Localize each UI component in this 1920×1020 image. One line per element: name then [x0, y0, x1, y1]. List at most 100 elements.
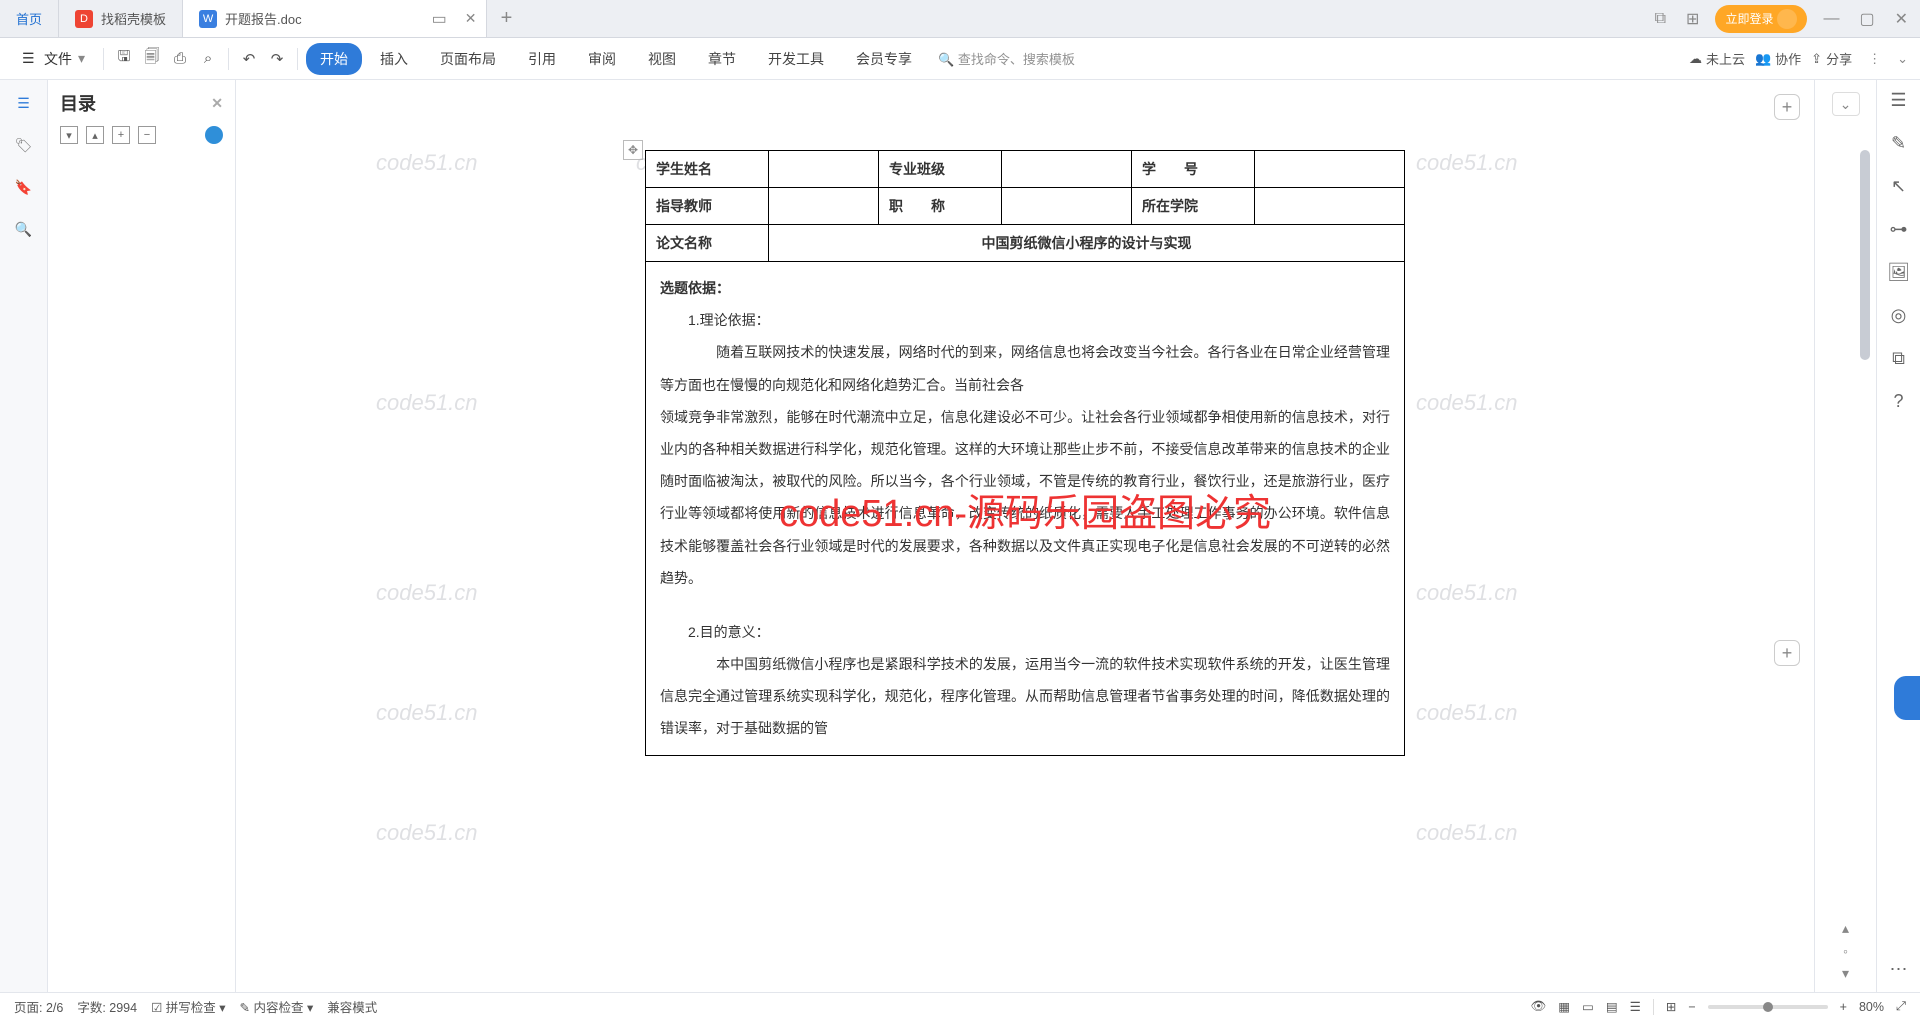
ribbon-tab-sections[interactable]: 章节	[694, 43, 750, 75]
move-handle-icon[interactable]: ✥	[623, 140, 643, 160]
add-top-button[interactable]: +	[1774, 94, 1800, 120]
section-2-heading: 2.目的意义：	[660, 616, 1390, 648]
ribbon-tab-member[interactable]: 会员专享	[842, 43, 926, 75]
outline-icon[interactable]: ☰	[13, 92, 35, 114]
right-toolbar: ☰ ✎ ↖ ⊶ 🖼 ◎ ⧉ ? ⋯	[1876, 80, 1920, 992]
more-dots-icon[interactable]: ⋯	[1890, 959, 1908, 980]
zoom-in-icon[interactable]: +	[1840, 1000, 1847, 1014]
menu-lines-icon[interactable]: ☰	[1890, 90, 1906, 111]
ribbon-tab-view[interactable]: 视图	[634, 43, 690, 75]
cell-college: 所在学院	[1132, 188, 1255, 225]
undo-icon[interactable]: ↶	[237, 47, 261, 71]
device-icon[interactable]: ⧉	[1892, 348, 1905, 369]
image-icon[interactable]: 🖼	[1887, 262, 1910, 283]
tab-templates[interactable]: D 找稻壳模板	[59, 0, 183, 37]
outline-close-icon[interactable]: ✕	[211, 95, 223, 112]
remove-icon[interactable]: −	[138, 126, 156, 144]
ribbon-tab-review[interactable]: 审阅	[574, 43, 630, 75]
add-side-button[interactable]: +	[1774, 640, 1800, 666]
outline-title: 目录	[60, 90, 96, 116]
scrollbar-thumb[interactable]	[1860, 150, 1870, 360]
zoom-value[interactable]: 80%	[1859, 1000, 1884, 1014]
outline-controls: ▾ ▴ + −	[60, 126, 223, 144]
share-button[interactable]: ⇪ 分享	[1811, 49, 1852, 68]
scroll-up-icon[interactable]: ▴	[1842, 920, 1849, 937]
tabs-bar: 首页 D 找稻壳模板 W 开题报告.doc ▭ ✕ + ⧉ ⊞ 立即登录 — ▢…	[0, 0, 1920, 38]
zoom-out-icon[interactable]: −	[1688, 1000, 1695, 1014]
cell-thesis-label: 论文名称	[646, 225, 769, 262]
bookmark-icon[interactable]: 🔖	[13, 176, 35, 198]
content-check[interactable]: ✎ 内容检查 ▾	[240, 997, 314, 1016]
close-icon[interactable]: ✕	[1891, 9, 1912, 29]
paper-body: 选题依据： 1.理论依据： 随着互联网技术的快速发展，网络时代的到来，网络信息也…	[645, 262, 1405, 756]
status-bar: 页面: 2/6 字数: 2994 ☑ 拼写检查 ▾ ✎ 内容检查 ▾ 兼容模式 …	[0, 992, 1920, 1020]
cell-advisor: 指导教师	[646, 188, 769, 225]
ribbon-search[interactable]: 🔍 查找命令、搜索模板	[930, 45, 1083, 72]
tab-home[interactable]: 首页	[0, 0, 59, 37]
layout-icon[interactable]: ⧉	[1651, 10, 1670, 28]
login-label: 立即登录	[1725, 10, 1773, 27]
view-outline-icon[interactable]: ☰	[1630, 999, 1641, 1014]
tab-document[interactable]: W 开题报告.doc ▭ ✕	[183, 0, 487, 37]
ribbon-tab-references[interactable]: 引用	[514, 43, 570, 75]
collapse-ribbon-icon[interactable]: ⌄	[1897, 51, 1908, 67]
ai-icon[interactable]	[205, 126, 223, 144]
maximize-icon[interactable]: ▢	[1855, 9, 1878, 29]
save-icon[interactable]: 🖫	[112, 47, 136, 71]
search-icon[interactable]: 🔍	[13, 218, 35, 240]
basis-heading: 选题依据：	[660, 272, 1390, 304]
tab-label: 开题报告.doc	[225, 9, 302, 28]
fullscreen-icon[interactable]: ⤢	[1896, 999, 1906, 1014]
tab-close-icon[interactable]: ✕	[465, 10, 477, 27]
ribbon-tab-developer[interactable]: 开发工具	[754, 43, 838, 75]
view-web-icon[interactable]: ▤	[1606, 999, 1618, 1014]
label-icon[interactable]: 🏷	[13, 134, 35, 156]
apps-icon[interactable]: ⊞	[1682, 9, 1703, 29]
add-icon[interactable]: +	[112, 126, 130, 144]
compat-mode[interactable]: 兼容模式	[327, 997, 377, 1016]
preview-icon[interactable]: ⌕	[196, 47, 220, 71]
tab-label: 找稻壳模板	[101, 9, 166, 28]
fit-width-icon[interactable]: ⊞	[1666, 999, 1676, 1014]
pointer-icon[interactable]: ↖	[1891, 176, 1906, 197]
cell-student-name: 学生姓名	[646, 151, 769, 188]
login-button[interactable]: 立即登录	[1715, 5, 1807, 33]
chevron-down-icon[interactable]: ⌄	[1832, 92, 1860, 116]
cell-title-rank: 职 称	[879, 188, 1002, 225]
minimize-icon[interactable]: —	[1819, 10, 1843, 28]
view-eye-icon[interactable]: 👁	[1530, 999, 1546, 1014]
help-icon[interactable]: ?	[1893, 391, 1903, 412]
pen-icon[interactable]: ✎	[1891, 133, 1906, 154]
word-count[interactable]: 字数: 2994	[77, 997, 137, 1016]
ribbon-tab-insert[interactable]: 插入	[366, 43, 422, 75]
avatar-icon	[1777, 9, 1797, 29]
ribbon-tab-start[interactable]: 开始	[306, 43, 362, 75]
ribbon-tab-layout[interactable]: 页面布局	[426, 43, 510, 75]
file-label: 文件	[44, 49, 72, 69]
zoom-slider[interactable]	[1708, 1005, 1828, 1009]
side-drawer-tab[interactable]	[1894, 676, 1920, 720]
more-icon[interactable]: ⋮	[1862, 51, 1887, 67]
view-read-icon[interactable]: ▦	[1558, 999, 1570, 1014]
tab-window-icon[interactable]: ▭	[428, 9, 451, 29]
settings-icon[interactable]: ⊶	[1890, 219, 1908, 240]
redo-icon[interactable]: ↷	[265, 47, 289, 71]
cloud-status[interactable]: ☁ 未上云	[1689, 49, 1745, 68]
file-menu[interactable]: ☰ 文件 ▾	[12, 45, 95, 73]
scroll-down-icon[interactable]: ▾	[1842, 965, 1849, 982]
expand-all-icon[interactable]: ▴	[86, 126, 104, 144]
cell-class: 专业班级	[879, 151, 1002, 188]
print-icon[interactable]: ⎙	[168, 47, 192, 71]
view-page-icon[interactable]: ▭	[1582, 999, 1594, 1014]
collapse-all-icon[interactable]: ▾	[60, 126, 78, 144]
collab-button[interactable]: 👥 协作	[1755, 49, 1801, 68]
ribbon: ☰ 文件 ▾ 🖫 🗐 ⎙ ⌕ ↶ ↷ 开始 插入 页面布局 引用 审阅 视图 章…	[0, 38, 1920, 80]
document-canvas[interactable]: code51.cn code51.cn code51.cn code51.cn …	[236, 80, 1814, 992]
target-icon[interactable]: ◎	[1891, 305, 1907, 326]
page-indicator[interactable]: 页面: 2/6	[14, 997, 63, 1016]
scroll-handle-icon[interactable]: ◦	[1843, 943, 1848, 959]
new-tab-button[interactable]: +	[487, 0, 525, 37]
word-icon: W	[199, 10, 217, 28]
save-as-icon[interactable]: 🗐	[140, 47, 164, 71]
spellcheck-toggle[interactable]: ☑ 拼写检查 ▾	[151, 997, 225, 1016]
